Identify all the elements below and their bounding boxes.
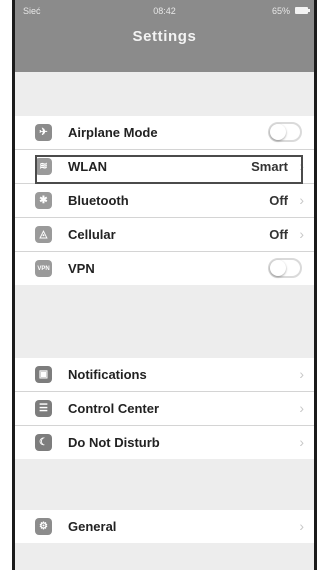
toggle-knob	[270, 124, 286, 140]
status-bar: Sieć 08:42 65%	[15, 0, 314, 22]
airplane-icon: ✈	[35, 124, 52, 141]
settings-row-label: Bluetooth	[68, 193, 129, 208]
chevron-right-icon: ›	[299, 226, 304, 242]
settings-row-notifications[interactable]: ▣ Notifications ›	[15, 358, 314, 392]
chevron-right-icon: ›	[299, 158, 304, 174]
vpn-toggle[interactable]	[268, 258, 302, 278]
battery-percent: 65%	[271, 6, 290, 16]
page-title: Settings	[132, 28, 197, 45]
system-settings-group: ▣ Notifications › ☰ Control Center › ☾ D…	[15, 358, 314, 459]
settings-row-airplane-mode[interactable]: ✈ Airplane Mode	[15, 116, 314, 150]
settings-row-bluetooth[interactable]: ✱ Bluetooth Off ›	[15, 184, 314, 218]
chevron-right-icon: ›	[299, 518, 304, 534]
airplane-mode-toggle[interactable]	[268, 122, 302, 142]
battery-icon	[295, 7, 310, 14]
settings-row-label: VPN	[68, 261, 95, 276]
chevron-right-icon: ›	[299, 366, 304, 382]
settings-row-do-not-disturb[interactable]: ☾ Do Not Disturb ›	[15, 426, 314, 459]
settings-row-label: Notifications	[68, 367, 147, 382]
settings-row-label: Airplane Mode	[68, 125, 158, 140]
wifi-icon: ≋	[35, 158, 52, 175]
vpn-icon: VPN	[35, 260, 52, 277]
control-center-glyph: ☰	[39, 403, 48, 414]
phone-frame: Sieć 08:42 65% Settings ✈ Airplane Mode …	[12, 0, 317, 570]
settings-row-vpn[interactable]: VPN VPN	[15, 252, 314, 285]
network-settings-group: ✈ Airplane Mode ≋ WLAN Smart › ✱ Bluetoo…	[15, 116, 314, 285]
settings-row-control-center[interactable]: ☰ Control Center ›	[15, 392, 314, 426]
settings-row-label: Cellular	[68, 227, 116, 242]
bluetooth-glyph: ✱	[39, 195, 48, 206]
settings-row-label: General	[68, 519, 117, 534]
moon-glyph: ☾	[39, 437, 48, 448]
cellular-value: Off	[269, 227, 288, 242]
settings-row-cellular[interactable]: ◬ Cellular Off ›	[15, 218, 314, 252]
status-time: 08:42	[153, 6, 176, 16]
vpn-glyph: VPN	[37, 265, 50, 272]
notifications-glyph: ▣	[38, 369, 49, 380]
settings-header: Sieć 08:42 65% Settings	[15, 0, 314, 72]
airplane-glyph: ✈	[39, 127, 48, 138]
settings-row-wlan[interactable]: ≋ WLAN Smart ›	[15, 150, 314, 184]
notifications-icon: ▣	[35, 366, 52, 383]
settings-row-label: WLAN	[68, 159, 107, 174]
cellular-icon: ◬	[35, 226, 52, 243]
gear-glyph: ⚙	[39, 521, 48, 532]
bluetooth-value: Off	[269, 193, 288, 208]
moon-icon: ☾	[35, 434, 52, 451]
wlan-value: Smart	[251, 159, 288, 174]
control-center-icon: ☰	[35, 400, 52, 417]
chevron-right-icon: ›	[299, 400, 304, 416]
cellular-glyph: ◬	[39, 229, 48, 240]
bluetooth-icon: ✱	[35, 192, 52, 209]
general-settings-group: ⚙ General ›	[15, 510, 314, 543]
chevron-right-icon: ›	[299, 434, 304, 450]
settings-row-label: Do Not Disturb	[68, 435, 160, 450]
settings-row-label: Control Center	[68, 401, 159, 416]
toggle-knob	[270, 260, 286, 276]
chevron-right-icon: ›	[299, 192, 304, 208]
gear-icon: ⚙	[35, 518, 52, 535]
settings-row-general[interactable]: ⚙ General ›	[15, 510, 314, 543]
wifi-glyph: ≋	[39, 161, 48, 172]
